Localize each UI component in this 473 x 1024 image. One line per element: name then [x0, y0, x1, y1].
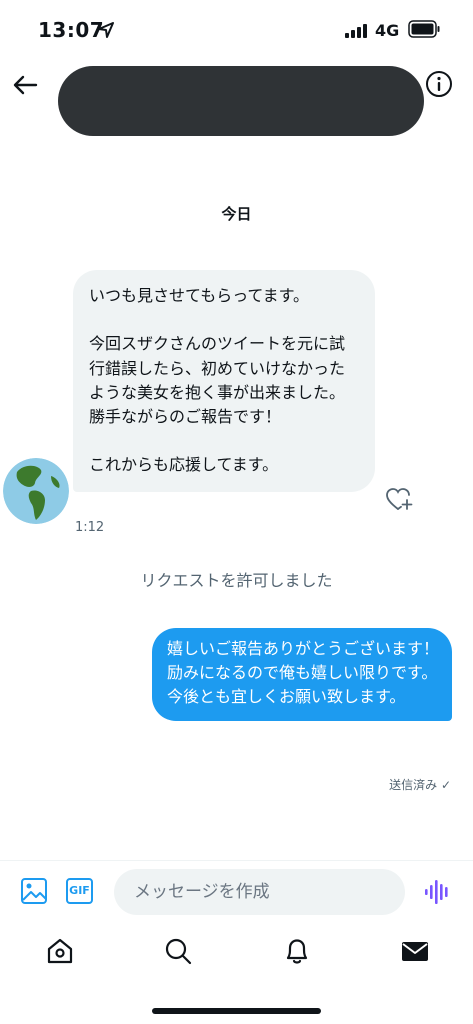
- battery-icon: [408, 20, 440, 38]
- bottom-navigation: [0, 924, 473, 984]
- compose-bar: GIF: [0, 860, 473, 924]
- date-separator: 今日: [221, 205, 252, 223]
- info-icon[interactable]: [425, 70, 453, 98]
- gif-button[interactable]: GIF: [66, 878, 93, 904]
- outgoing-message-bubble[interactable]: 嬉しいご報告ありがとうございます！ 励みになるので俺も嬉しい限りです。 今後とも…: [152, 628, 452, 721]
- avatar[interactable]: [3, 458, 69, 524]
- voice-wave-icon[interactable]: [424, 879, 452, 905]
- heart-plus-icon[interactable]: [385, 487, 413, 513]
- network-label: 4G: [375, 21, 400, 40]
- request-accepted-notice: リクエストを許可しました: [140, 571, 333, 590]
- home-indicator: [152, 1008, 321, 1014]
- message-input[interactable]: [114, 869, 405, 915]
- conversation-header: [0, 58, 473, 138]
- redacted-contact-name[interactable]: [58, 66, 424, 136]
- globe-avatar-icon: [3, 458, 69, 524]
- sent-status: 送信済み ✓: [389, 778, 451, 792]
- mail-icon[interactable]: [400, 936, 430, 966]
- search-icon[interactable]: [163, 936, 193, 966]
- bell-icon[interactable]: [282, 936, 312, 966]
- incoming-message-bubble[interactable]: いつも見させてもらってます。 今回スザクさんのツイートを元に試行錯誤したら、初め…: [73, 270, 375, 492]
- status-bar: 13:07 4G: [0, 0, 473, 58]
- image-icon[interactable]: [20, 877, 48, 905]
- status-time: 13:07: [38, 18, 105, 42]
- signal-icon: [345, 24, 367, 38]
- location-arrow-icon: [98, 22, 114, 38]
- message-timestamp: 1:12: [75, 520, 105, 535]
- home-icon[interactable]: [45, 936, 75, 966]
- back-arrow-icon[interactable]: [10, 70, 40, 100]
